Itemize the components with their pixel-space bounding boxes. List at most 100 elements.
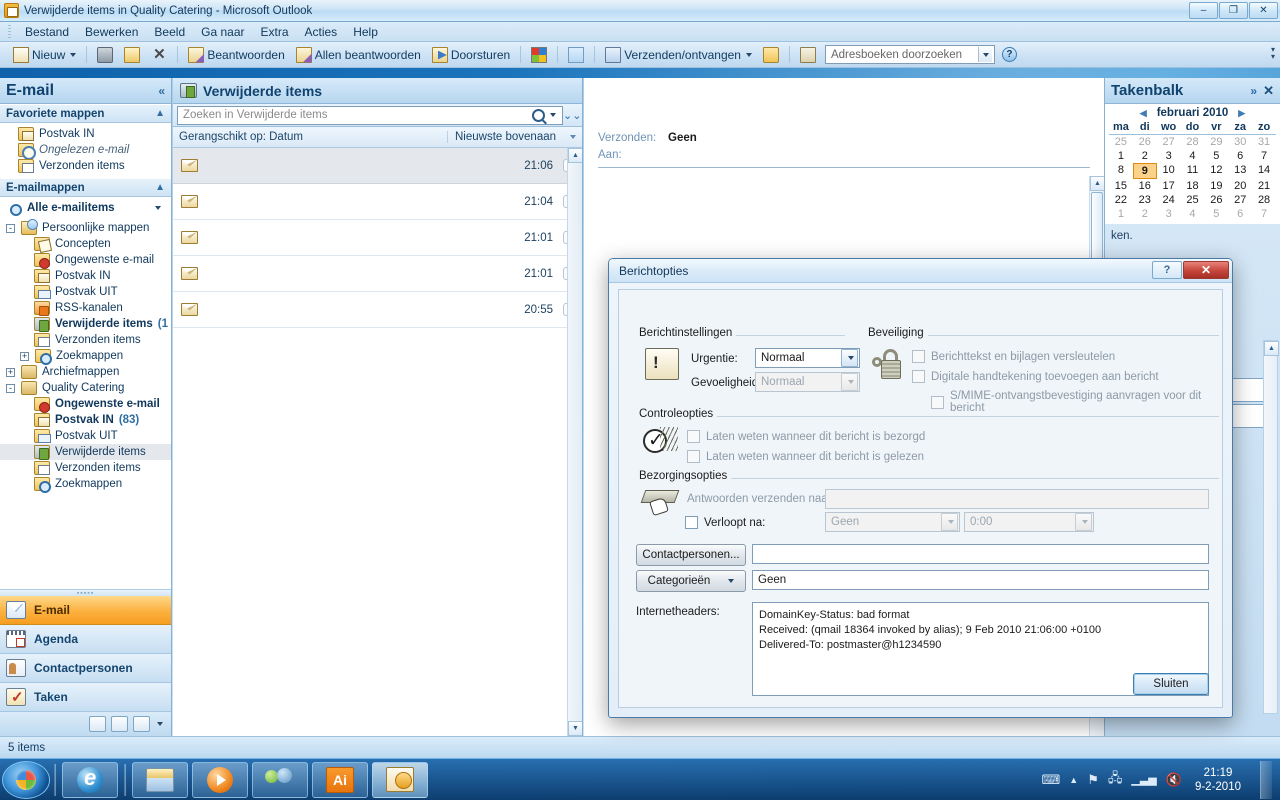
calendar-day[interactable]: 26 [1133,135,1157,149]
sidebar-item-contacts[interactable]: Contactpersonen [0,654,171,683]
address-search-input[interactable]: Adresboeken doorzoeken [824,45,995,64]
taskbar-clock[interactable]: 21:19 9-2-2010 [1191,766,1245,794]
todo-bar-expand-icon[interactable]: » [1250,84,1257,98]
show-hidden-icons-icon[interactable]: ▲ [1069,775,1078,785]
reply-all-button[interactable]: Allen beantwoorden [292,45,425,65]
delivery-receipt-checkbox[interactable] [687,430,700,443]
todo-scrollbar[interactable]: ▲ [1263,340,1279,714]
sidebar-item-tasks[interactable]: Taken [0,683,171,712]
folder-tree-item[interactable]: Postvak UIT [0,284,171,300]
open-folder-button[interactable] [759,45,783,65]
menu-beeld[interactable]: Beeld [147,23,192,41]
sort-order-selector[interactable]: Nieuwste bovenaan [447,131,582,143]
folder-tree-item[interactable]: Ongewenste e-mail [0,252,171,269]
taskbar-item-windows-explorer[interactable] [132,761,188,798]
new-button[interactable]: Nieuw [9,45,80,65]
favorites-section-header[interactable]: Favoriete mappen ▲ [0,104,171,123]
start-button[interactable] [2,760,50,799]
calendar-day[interactable]: 2 [1133,149,1157,163]
message-list-item[interactable]: 20:55 [173,292,582,328]
tree-expander-icon[interactable]: + [20,351,29,361]
categories-input[interactable]: Geen [752,570,1209,590]
calendar-day[interactable]: 29 [1204,135,1228,149]
folder-tree-item[interactable]: + Archiefmappen [0,364,171,380]
calendar-day[interactable]: 19 [1204,179,1228,193]
help-button[interactable]: ? [998,45,1021,64]
close-button[interactable]: ✕ [1249,2,1278,19]
calendar-day[interactable]: 20 [1228,179,1252,193]
todo-scroll-up-icon[interactable]: ▲ [1264,341,1279,356]
folder-tree-item[interactable]: RSS-kanalen [0,300,171,316]
calendar-day-today[interactable]: 9 [1132,163,1157,179]
dialog-help-button[interactable]: ? [1152,261,1182,279]
digital-signature-checkbox-row[interactable]: Digitale handtekening toevoegen aan beri… [912,370,1159,383]
reply-button[interactable]: Beantwoorden [184,45,288,65]
navpane-collapse-icon[interactable]: « [158,84,165,98]
smime-receipt-checkbox-row[interactable]: S/MIME-ontvangstbevestiging aanvragen vo… [931,390,1222,414]
expires-time-select[interactable]: 0:00 [964,512,1094,532]
calendar-day[interactable]: 16 [1133,179,1157,193]
send-receive-dropdown-icon[interactable] [745,52,752,57]
contacts-input[interactable] [752,544,1209,564]
forward-button[interactable]: Doorsturen [428,45,514,65]
dialog-sluiten-button[interactable]: Sluiten [1133,673,1209,695]
taskbar-item-internet-explorer[interactable] [62,761,118,798]
folder-tree-item[interactable]: Verwijderde items (1 [0,316,171,332]
calendar-day[interactable]: 1 [1109,207,1133,221]
calendar-day[interactable]: 7 [1252,207,1276,221]
folder-tree-item[interactable]: Postvak UIT [0,428,171,444]
favorites-collapse-chevron-icon[interactable]: ▲ [155,108,165,119]
calendar-day[interactable]: 18 [1181,179,1205,193]
print-button[interactable] [93,45,117,65]
calendar-day[interactable]: 3 [1157,149,1181,163]
folder-tree-item[interactable]: - Quality Catering [0,380,171,396]
taskbar-item-media-player[interactable] [192,761,248,798]
mailfolders-collapse-chevron-icon[interactable]: ▲ [155,182,165,193]
minimize-button[interactable]: – [1189,2,1218,19]
network-icon[interactable]: 🖧 [1108,769,1123,791]
tree-expander-icon[interactable]: - [6,223,15,233]
next-month-icon[interactable]: ▶ [1238,108,1245,119]
calendar-day[interactable]: 22 [1109,193,1133,207]
calendar-day[interactable]: 1 [1109,149,1133,163]
expires-checkbox-row[interactable]: Verloopt na: [685,516,765,529]
calendar-day[interactable]: 26 [1204,193,1228,207]
calendar-day[interactable]: 5 [1204,207,1228,221]
mailfolders-section-header[interactable]: E-mailmappen ▲ [0,178,171,197]
move-to-folder-button[interactable] [120,45,144,65]
categories-button[interactable]: Categorieën [636,570,746,592]
address-search-dropdown-icon[interactable] [977,47,992,62]
menubar-grip[interactable] [8,25,11,38]
encrypt-checkbox-row[interactable]: Berichttekst en bijlagen versleutelen [912,350,1115,363]
categorize-button[interactable] [527,45,551,65]
encrypt-checkbox[interactable] [912,350,925,363]
scroll-up-icon[interactable]: ▲ [568,148,582,163]
read-receipt-checkbox[interactable] [687,450,700,463]
calendar-day[interactable]: 25 [1109,135,1133,149]
all-mail-dropdown-icon[interactable] [155,205,161,210]
expires-date-select[interactable]: Geen [825,512,960,532]
folder-list-button[interactable] [111,716,128,732]
delivery-receipt-checkbox-row[interactable]: Laten weten wanneer dit bericht is bezor… [687,430,925,443]
prev-month-icon[interactable]: ◀ [1140,108,1147,119]
expand-query-builder-icon[interactable]: ⌄⌄ [563,109,581,122]
search-options-dropdown-icon[interactable] [550,113,556,117]
calendar-day[interactable]: 21 [1252,179,1276,193]
taskbar-item-messenger[interactable] [252,761,308,798]
notes-module-button[interactable] [89,716,106,732]
address-book-button[interactable] [796,45,820,65]
folder-tree-item[interactable]: Ongewenste e-mail [0,396,171,413]
calendar-day[interactable]: 14 [1252,163,1276,179]
sensitivity-dropdown-icon[interactable] [841,373,858,391]
calendar-day[interactable]: 15 [1109,179,1133,193]
calendar-day[interactable]: 2 [1133,207,1157,221]
arrange-by-label[interactable]: Gerangschikt op: Datum [173,131,447,143]
reply-to-input[interactable] [825,489,1209,509]
calendar-day[interactable]: 5 [1204,149,1228,163]
navpane-config-dropdown-icon[interactable] [157,722,163,726]
calendar-day[interactable]: 13 [1228,163,1252,179]
all-mail-items-selector[interactable]: Alle e-mailitems [0,197,171,218]
folder-tree-item[interactable]: Verzonden items [0,460,171,476]
restore-button[interactable]: ❐ [1219,2,1248,19]
folder-tree-item[interactable]: Zoekmappen [0,476,171,493]
